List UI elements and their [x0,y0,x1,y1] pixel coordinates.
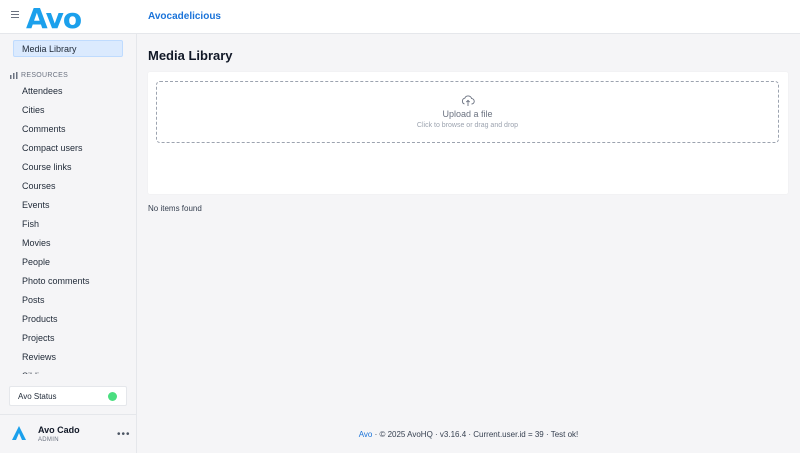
sidebar-item-courses[interactable]: Courses [0,178,136,197]
avo-status-button[interactable]: Avo Status [9,386,127,406]
upload-hint: Click to browse or drag and drop [416,122,519,129]
status-label: Avo Status [18,392,57,401]
sidebar-item-movies[interactable]: Movies [0,235,136,254]
user-name: Avo Cado [38,425,80,435]
sidebar-item-fish[interactable]: Fish [0,216,136,235]
file-dropzone[interactable]: Upload a file Click to browse or drag an… [156,81,779,143]
user-profile: Avo Cado ADMIN ••• [0,414,136,453]
user-role: ADMIN [38,437,59,443]
footer-avo-link[interactable]: Avo [359,430,373,439]
upload-title: Upload a file [442,109,493,119]
top-bar: Avo Avocadelicious [0,0,800,35]
menu-toggle-icon[interactable] [11,11,19,21]
upload-card: Upload a file Click to browse or drag an… [148,72,788,194]
empty-state-text: No items found [148,204,202,213]
sidebar-item-people[interactable]: People [0,254,136,273]
cloud-upload-icon [461,95,475,106]
resources-nav: Attendees Cities Comments Compact users Cour… [0,83,136,374]
app-name-link[interactable]: Avocadelicious [148,11,221,22]
sidebar: Media Library RESOURCES Attendees Cities C… [0,34,137,453]
status-indicator [108,392,117,401]
avo-logo[interactable]: Avo [26,2,82,35]
resources-label: RESOURCES [21,72,69,79]
sidebar-item-photo-comments[interactable]: Photo comments [0,273,136,292]
page-title: Media Library [148,48,233,63]
sidebar-item-course-links[interactable]: Course links [0,159,136,178]
sidebar-item-attendees[interactable]: Attendees [0,83,136,102]
sidebar-item-compact-users[interactable]: Compact users [0,140,136,159]
sidebar-item-posts[interactable]: Posts [0,292,136,311]
sidebar-item-products[interactable]: Products [0,311,136,330]
avo-avatar-icon [12,426,26,440]
sidebar-item-reviews[interactable]: Reviews [0,349,136,368]
footer: Avo · © 2025 AvoHQ · v3.16.4 · Current.u… [137,430,800,439]
sidebar-item-media-library[interactable]: Media Library [13,40,123,57]
sidebar-item-cities[interactable]: Cities [0,102,136,121]
footer-text: · © 2025 AvoHQ · v3.16.4 · Current.user.… [372,430,579,439]
ellipsis-icon[interactable]: ••• [117,429,131,440]
sidebar-item-projects[interactable]: Projects [0,330,136,349]
sidebar-item-comments[interactable]: Comments [0,121,136,140]
resources-header: RESOURCES [10,72,68,79]
sidebar-item-siblings[interactable]: Siblings [0,368,136,374]
chart-bar-icon [10,72,18,79]
sidebar-item-events[interactable]: Events [0,197,136,216]
